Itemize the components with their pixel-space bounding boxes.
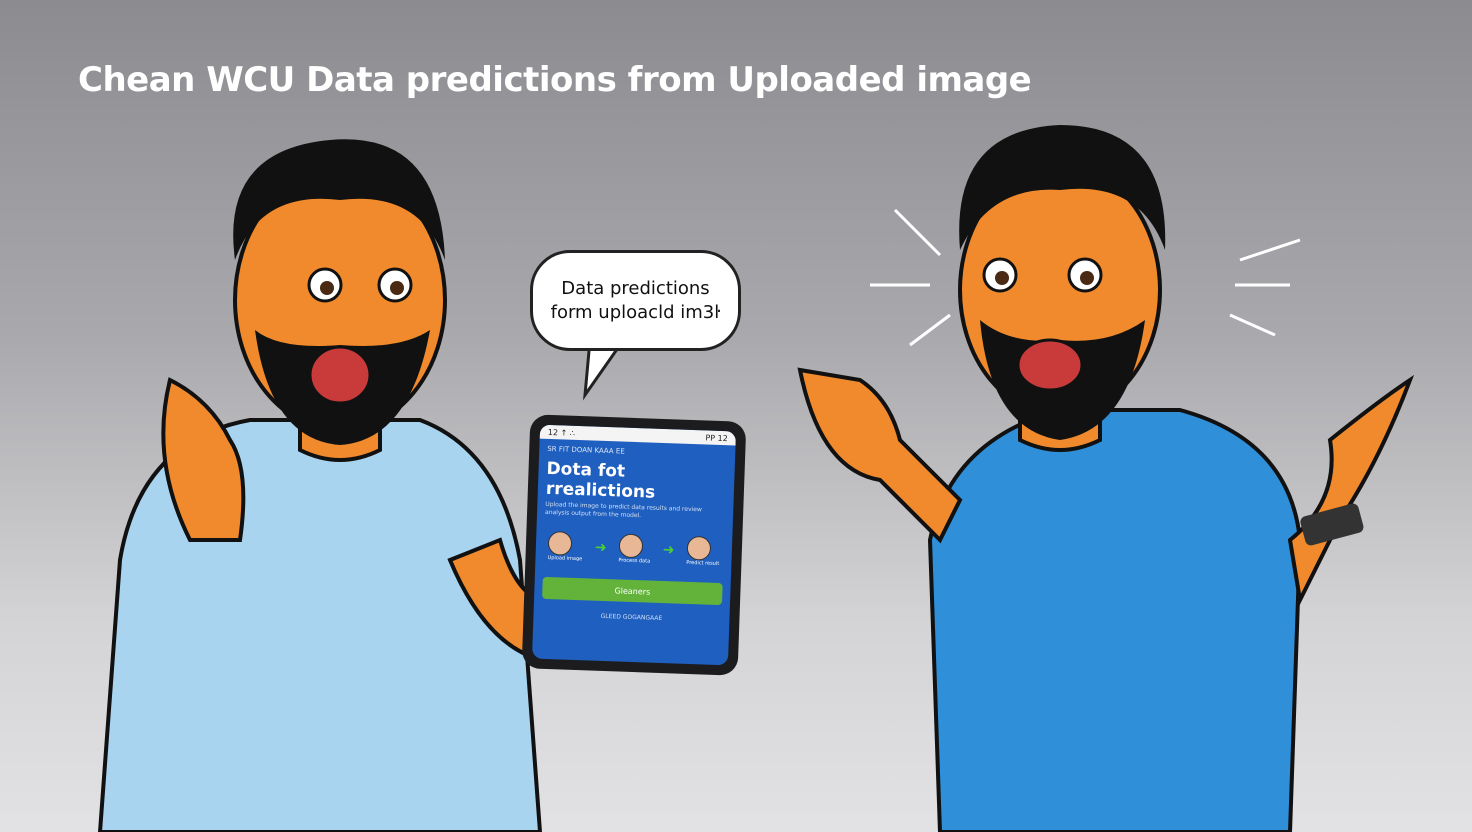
screen-heading: Dota fot rrealictions (545, 458, 656, 503)
step-label: Predict result (686, 559, 720, 567)
right-man-figure (797, 125, 1415, 832)
bubble-line-1: Data predictions (561, 277, 710, 299)
status-left: 12 ↑ ∴ (547, 427, 576, 438)
left-man-figure (97, 139, 593, 832)
step-label: Upload image (547, 554, 583, 563)
illustration (97, 125, 1415, 832)
arrow-right-icon: ➜ (662, 542, 675, 559)
tablet-screen: 12 ↑ ∴ PP 12 SR FIT DOAN KAAA EE Dota fo… (531, 424, 737, 666)
prediction-flow: Upload image ➜ Process data ➜ Predict re… (535, 517, 732, 568)
person-icon (618, 533, 644, 559)
person-icon (686, 535, 712, 561)
step-label: Process data (618, 557, 651, 565)
tablet: 12 ↑ ∴ PP 12 SR FIT DOAN KAAA EE Dota fo… (521, 414, 747, 676)
person-icon (547, 531, 573, 556)
speech-bubble: Data predictions form uploacld im3ŀ (530, 250, 741, 351)
bubble-line-2: form uploacld im3ŀ (550, 301, 721, 323)
status-right: PP 12 (705, 432, 728, 443)
arrow-right-icon: ➜ (594, 539, 607, 557)
